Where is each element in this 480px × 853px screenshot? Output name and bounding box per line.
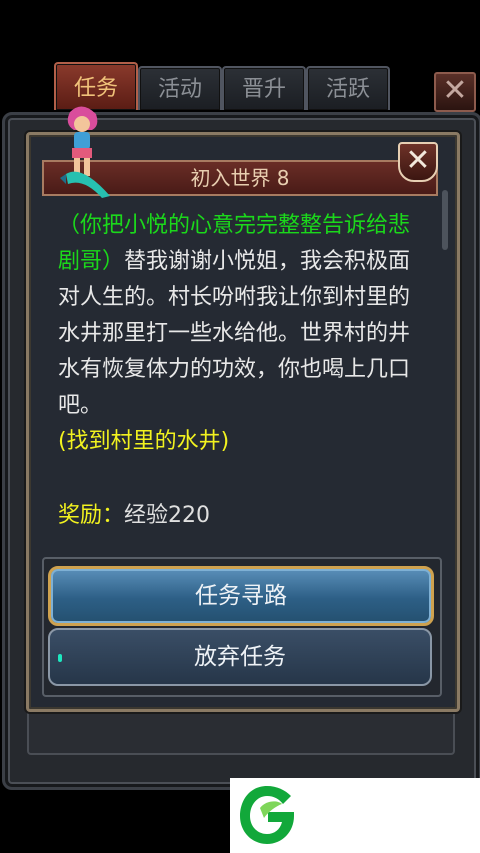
game-logo xyxy=(240,786,294,844)
scrollbar[interactable] xyxy=(442,190,448,250)
reward: 奖励：经验220 xyxy=(58,498,210,534)
close-icon: ✕ xyxy=(405,143,431,178)
indicator-dot xyxy=(58,654,62,662)
close-icon: ✕ xyxy=(442,73,468,108)
abandon-quest-label: 放弃任务 xyxy=(194,644,286,670)
quest-description: （你把小悦的心意完完整整告诉给悲剧哥）替我谢谢小悦姐，我会积极面对人生的。村长吩… xyxy=(58,208,428,460)
reward-value: 经验220 xyxy=(124,503,211,528)
dialog-close-button[interactable]: ✕ xyxy=(398,142,438,182)
window-close-button[interactable]: ✕ xyxy=(434,72,476,112)
tab-quests[interactable]: 任务 xyxy=(54,62,138,110)
abandon-quest-button[interactable]: 放弃任务 xyxy=(48,628,432,686)
tab-promotion[interactable]: 晋升 xyxy=(222,66,306,110)
story-text: 替我谢谢小悦姐，我会积极面对人生的。村长吩咐我让你到村里的水井那里打一些水给他。… xyxy=(58,249,411,418)
character-sprite xyxy=(60,106,110,198)
tab-active[interactable]: 活跃 xyxy=(306,66,390,110)
quest-objective: (找到村里的水井) xyxy=(58,429,230,454)
tab-activities[interactable]: 活动 xyxy=(138,66,222,110)
reward-label: 奖励： xyxy=(58,503,125,528)
quest-pathfind-button[interactable]: 任务寻路 xyxy=(48,566,434,626)
